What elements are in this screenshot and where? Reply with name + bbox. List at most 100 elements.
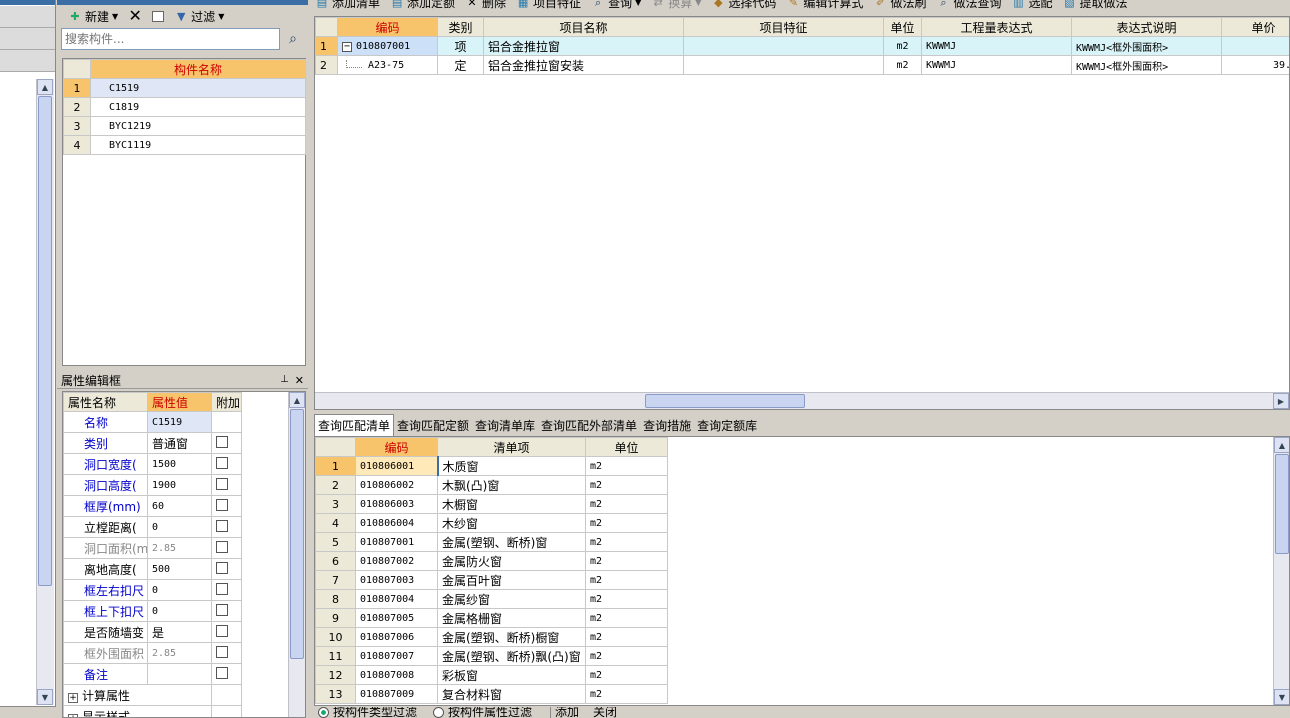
table-row[interactable]: 1 −010807001 项 铝合金推拉窗 m2 KWWMJ KWWMJ<框外围… bbox=[315, 36, 1289, 56]
query-item[interactable]: 木橱窗 bbox=[437, 494, 586, 514]
item-name-cell[interactable]: 铝合金推拉窗安装 bbox=[483, 55, 684, 75]
collapse-minus-icon[interactable]: − bbox=[342, 41, 352, 52]
component-name[interactable]: C1819 bbox=[90, 97, 306, 117]
query-unit[interactable]: m2 bbox=[585, 684, 668, 704]
query-code[interactable]: 010807002 bbox=[355, 551, 438, 571]
code-cell[interactable]: −010807001 bbox=[337, 36, 438, 56]
query-item[interactable]: 彩板窗 bbox=[437, 665, 586, 685]
table-row[interactable]: 2 C1819 bbox=[63, 97, 306, 117]
prop-extra[interactable] bbox=[211, 432, 242, 454]
query-code[interactable]: 010807008 bbox=[355, 665, 438, 685]
extra-checkbox[interactable] bbox=[216, 519, 228, 532]
table-row[interactable]: 1 C1519 bbox=[63, 78, 306, 98]
query-unit[interactable]: m2 bbox=[585, 589, 668, 609]
prop-extra[interactable] bbox=[211, 558, 242, 580]
query-code[interactable]: 010807001 bbox=[355, 532, 438, 552]
table-row[interactable]: 11 010807007 金属(塑钢、断桥)飘(凸)窗 m2 bbox=[315, 646, 668, 666]
query-unit[interactable]: m2 bbox=[585, 456, 668, 476]
expr-desc-cell[interactable]: KWWMJ<框外围面积> bbox=[1071, 55, 1222, 75]
query-button[interactable]: ⌕ 查询 ▼ bbox=[586, 0, 646, 10]
unit-cell[interactable]: m2 bbox=[883, 55, 922, 75]
query-table-scrollbar[interactable]: ▲ ▼ bbox=[1273, 437, 1289, 705]
prop-value[interactable]: 普通窗 bbox=[147, 432, 212, 454]
expr-cell[interactable]: KWWMJ bbox=[921, 36, 1072, 56]
filter-by-attr-option[interactable]: 按构件属性过滤 bbox=[433, 707, 532, 718]
table-row[interactable]: 5 010807001 金属(塑钢、断桥)窗 m2 bbox=[315, 532, 668, 552]
item-name-header[interactable]: 项目名称 bbox=[483, 17, 684, 37]
query-code[interactable]: 010806004 bbox=[355, 513, 438, 533]
table-row[interactable]: 2 010806002 木飘(凸)窗 m2 bbox=[315, 475, 668, 495]
property-row[interactable]: 离地高度(500 bbox=[63, 558, 242, 580]
property-row[interactable]: 是否随墙变是 bbox=[63, 621, 242, 643]
close-icon[interactable]: ✕ bbox=[295, 374, 304, 387]
property-row[interactable]: 框上下扣尺 0 bbox=[63, 600, 242, 622]
query-unit[interactable]: m2 bbox=[585, 551, 668, 571]
price-header[interactable]: 单价 bbox=[1221, 17, 1289, 37]
method-query-button[interactable]: ⌕ 做法查询 bbox=[931, 0, 1006, 10]
add-quota-button[interactable]: ▤ 添加定额 bbox=[385, 0, 460, 10]
extra-checkbox[interactable] bbox=[216, 456, 228, 469]
query-item[interactable]: 复合材料窗 bbox=[437, 684, 586, 704]
prop-extra[interactable] bbox=[211, 621, 242, 643]
component-name[interactable]: C1519 bbox=[90, 78, 306, 98]
item-feature-cell[interactable] bbox=[683, 55, 884, 75]
component-name-header[interactable]: 构件名称 bbox=[90, 59, 306, 79]
table-row[interactable]: 1 010806001 木质窗 m2 bbox=[315, 456, 668, 476]
nav-block-1[interactable] bbox=[0, 6, 55, 28]
add-list-button[interactable]: ▤ 添加清单 bbox=[310, 0, 385, 10]
table-row[interactable]: 6 010807002 金属防火窗 m2 bbox=[315, 551, 668, 571]
prop-extra[interactable] bbox=[211, 579, 242, 601]
left-nav-scrollbar[interactable]: ▲ ▼ bbox=[36, 79, 54, 705]
prop-group[interactable]: + 计算属性 bbox=[63, 684, 212, 706]
prop-extra[interactable] bbox=[211, 453, 242, 475]
property-row[interactable]: 类别 普通窗 bbox=[63, 432, 242, 454]
property-row[interactable]: 立樘距离(0 bbox=[63, 516, 242, 538]
extra-checkbox[interactable] bbox=[216, 435, 228, 448]
expand-plus-icon[interactable]: + bbox=[68, 713, 78, 717]
scroll-up-arrow[interactable]: ▲ bbox=[37, 79, 53, 95]
scroll-down-arrow[interactable]: ▼ bbox=[1274, 689, 1289, 705]
scroll-thumb[interactable] bbox=[645, 394, 805, 408]
property-group-row[interactable]: + 计算属性 bbox=[63, 684, 242, 706]
price-cell[interactable] bbox=[1221, 36, 1289, 56]
tab-list-library[interactable]: 查询清单库 bbox=[472, 415, 538, 436]
delete-component-button[interactable]: ✕ bbox=[123, 7, 147, 25]
property-row[interactable]: 洞口面积(m 2.85 bbox=[63, 537, 242, 559]
method-brush-button[interactable]: ✐ 做法刷 bbox=[868, 0, 931, 10]
table-row[interactable]: 7 010807003 金属百叶窗 m2 bbox=[315, 570, 668, 590]
tab-match-external-list[interactable]: 查询匹配外部清单 bbox=[538, 415, 640, 436]
extra-checkbox[interactable] bbox=[216, 666, 228, 679]
copy-component-button[interactable] bbox=[147, 7, 169, 25]
code-header[interactable]: 编码 bbox=[337, 17, 438, 37]
prop-extra[interactable] bbox=[211, 537, 242, 559]
query-item[interactable]: 金属百叶窗 bbox=[437, 570, 586, 590]
query-code-header[interactable]: 编码 bbox=[355, 437, 438, 457]
query-unit[interactable]: m2 bbox=[585, 513, 668, 533]
prop-extra[interactable] bbox=[211, 474, 242, 496]
component-name[interactable]: BYC1219 bbox=[90, 116, 306, 136]
query-item[interactable]: 金属(塑钢、断桥)窗 bbox=[437, 532, 586, 552]
property-row[interactable]: 洞口宽度(1500 bbox=[63, 453, 242, 475]
table-row[interactable]: 8 010807004 金属纱窗 m2 bbox=[315, 589, 668, 609]
query-code[interactable]: 010806003 bbox=[355, 494, 438, 514]
scroll-down-arrow[interactable]: ▼ bbox=[37, 689, 53, 705]
add-button[interactable]: 添加 bbox=[550, 707, 583, 718]
query-code[interactable]: 010807005 bbox=[355, 608, 438, 628]
prop-value[interactable]: 1900 bbox=[147, 474, 212, 496]
code-cell[interactable]: A23-75 bbox=[337, 55, 438, 75]
extra-checkbox[interactable] bbox=[216, 540, 228, 553]
prop-extra[interactable] bbox=[211, 516, 242, 538]
scroll-thumb[interactable] bbox=[1275, 454, 1289, 554]
prop-value[interactable] bbox=[147, 663, 212, 685]
query-item[interactable]: 金属格栅窗 bbox=[437, 608, 586, 628]
prop-value[interactable]: 500 bbox=[147, 558, 212, 580]
query-unit[interactable]: m2 bbox=[585, 532, 668, 552]
extra-checkbox[interactable] bbox=[216, 582, 228, 595]
match-button[interactable]: ▥ 选配 bbox=[1006, 0, 1057, 10]
prop-value[interactable]: 60 bbox=[147, 495, 212, 517]
prop-value[interactable]: 0 bbox=[147, 579, 212, 601]
scroll-right-arrow[interactable]: ▶ bbox=[1273, 393, 1289, 409]
tab-measures[interactable]: 查询措施 bbox=[640, 415, 694, 436]
convert-button[interactable]: ⇄ 换算 ▼ bbox=[646, 0, 706, 10]
table-row[interactable]: 3 010806003 木橱窗 m2 bbox=[315, 494, 668, 514]
